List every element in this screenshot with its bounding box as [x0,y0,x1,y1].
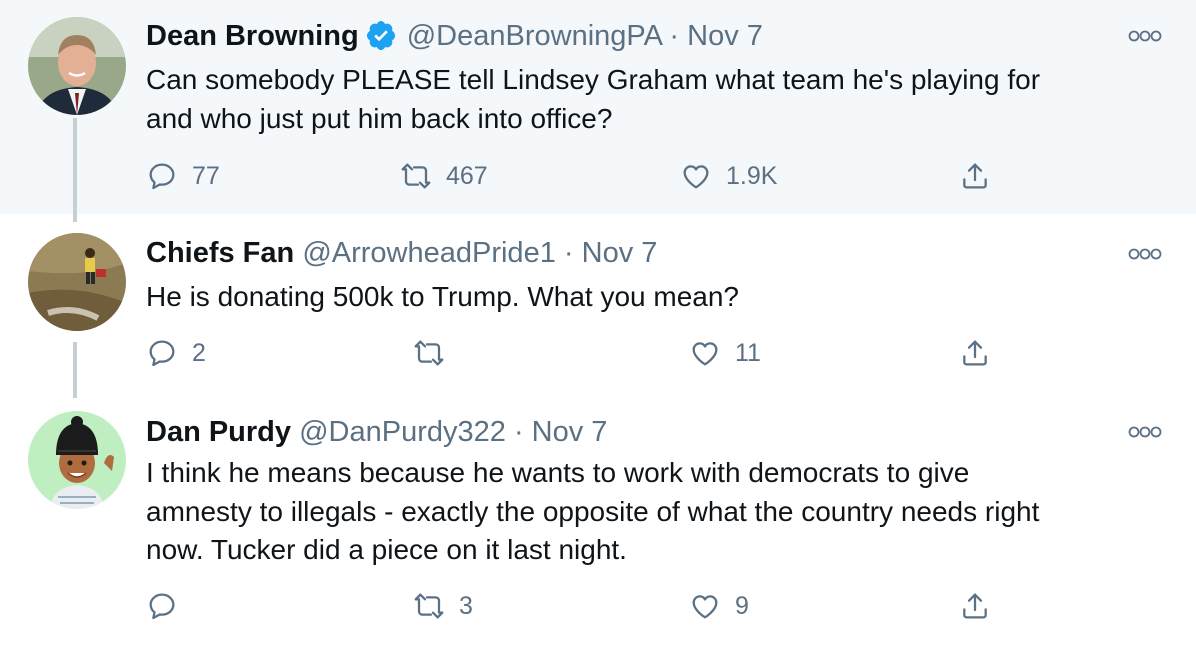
timestamp[interactable]: Nov 7 [582,237,658,269]
avatar-image [28,233,126,331]
more-icon[interactable] [1128,29,1162,43]
heart-icon [692,342,718,366]
retweet-count: 467 [446,161,488,190]
avatar[interactable] [28,17,126,115]
reply-button[interactable]: 77 [146,158,220,194]
reply-count: 77 [192,161,220,190]
handle[interactable]: @DeanBrowningPA [407,20,662,52]
tweet-text-line: He is donating 500k to Trump. What you m… [146,281,739,312]
handle[interactable]: @ArrowheadPride1 [302,237,556,269]
avatar-image [28,411,126,509]
retweet-icon [401,163,431,189]
thread-connector-line [73,118,77,222]
retweet-button[interactable]: 467 [400,158,488,194]
share-icon [963,340,987,366]
more-icon[interactable] [1128,425,1162,439]
tweet-text-line: and who just put him back into office? [146,102,613,134]
reply-button[interactable]: 2 [146,335,206,371]
reply-count: 2 [192,338,206,367]
tweet-dean-browning[interactable]: Dean Browning @DeanBrowningPA · Nov 7 Ca… [0,0,1196,214]
tweet-text-line: I think he means because he wants to wor… [146,457,970,488]
verified-badge-icon [365,19,397,51]
tweet-dan-purdy[interactable]: Dan Purdy @DanPurdy322 · Nov 7 I think h… [0,392,1196,646]
tweet-text: I think he means because he wants to wor… [146,454,1156,570]
like-button[interactable]: 11 [689,335,761,371]
tweet-header: Chiefs Fan @ArrowheadPride1 · Nov 7 [146,235,657,271]
tweet-text-line: Can somebody PLEASE tell Lindsey Graham … [146,64,1041,95]
like-button[interactable]: 9 [689,588,749,624]
reply-icon [149,340,175,367]
separator-dot: · [563,237,574,269]
timestamp[interactable]: Nov 7 [687,20,763,52]
avatar-image [28,17,126,115]
retweet-icon [414,593,444,619]
like-count: 9 [735,591,749,620]
share-icon [963,163,987,189]
thread-connector-line [73,342,77,398]
tweet-text-line: amnesty to illegals - exactly the opposi… [146,495,1040,527]
share-button[interactable] [959,588,991,624]
display-name[interactable]: Chiefs Fan [146,237,294,269]
heart-icon [692,595,718,619]
like-count: 1.9K [726,161,778,190]
share-button[interactable] [959,158,991,194]
retweet-button[interactable]: 3 [413,588,473,624]
more-icon[interactable] [1128,247,1162,261]
heart-icon [683,165,709,189]
avatar[interactable] [28,411,126,509]
timestamp[interactable]: Nov 7 [532,416,608,448]
avatar[interactable] [28,233,126,331]
tweet-text-line: now. Tucker did a piece on it last night… [146,534,627,565]
tweet-text: He is donating 500k to Trump. What you m… [146,278,1156,317]
like-count: 11 [735,338,761,367]
display-name[interactable]: Dan Purdy [146,416,291,448]
reply-icon [149,163,175,190]
reply-button[interactable] [146,588,192,624]
share-icon [963,593,987,619]
tweet-text: Can somebody PLEASE tell Lindsey Graham … [146,61,1156,138]
separator-dot: · [669,20,680,52]
separator-dot: · [513,416,524,448]
retweet-icon [414,340,444,366]
share-button[interactable] [959,335,991,371]
tweet-header: Dean Browning @DeanBrowningPA · Nov 7 [146,18,763,54]
like-button[interactable]: 1.9K [680,158,777,194]
retweet-button[interactable] [413,335,459,371]
tweet-header: Dan Purdy @DanPurdy322 · Nov 7 [146,414,607,450]
display-name[interactable]: Dean Browning [146,20,359,52]
reply-icon [149,593,175,620]
tweet-chiefs-fan[interactable]: Chiefs Fan @ArrowheadPride1 · Nov 7 He i… [0,214,1196,392]
retweet-count: 3 [459,591,473,620]
handle[interactable]: @DanPurdy322 [299,416,506,448]
